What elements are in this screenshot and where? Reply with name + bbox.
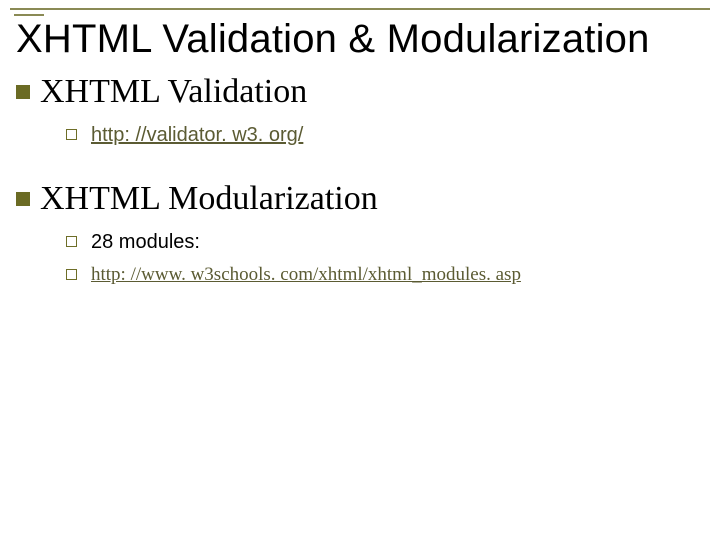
section-modularization: XHTML Modularization 28 modules: http: /… bbox=[16, 179, 710, 287]
w3schools-link[interactable]: http: //www. w3schools. com/xhtml/xhtml_… bbox=[91, 264, 521, 285]
square-bullet-icon bbox=[16, 85, 30, 99]
section-validation: XHTML Validation http: //validator. w3. … bbox=[16, 72, 710, 147]
top-rule bbox=[10, 8, 710, 10]
list-item: 28 modules: bbox=[66, 230, 710, 254]
square-bullet-icon bbox=[16, 192, 30, 206]
list-item-text: http: //validator. w3. org/ bbox=[91, 123, 303, 147]
slide-body: XHTML Validation http: //validator. w3. … bbox=[10, 72, 710, 286]
validator-link[interactable]: http: //validator. w3. org/ bbox=[91, 124, 303, 146]
list-item-text: 28 modules: bbox=[91, 230, 200, 254]
spacer bbox=[16, 155, 710, 173]
hollow-square-icon bbox=[66, 129, 77, 140]
slide: XHTML Validation & Modularization XHTML … bbox=[0, 0, 720, 540]
list-item-text: http: //www. w3schools. com/xhtml/xhtml_… bbox=[91, 264, 521, 287]
list-item: http: //validator. w3. org/ bbox=[66, 123, 710, 147]
section-heading: XHTML Validation bbox=[40, 72, 307, 113]
hollow-square-icon bbox=[66, 236, 77, 247]
hollow-square-icon bbox=[66, 269, 77, 280]
list-item: http: //www. w3schools. com/xhtml/xhtml_… bbox=[66, 264, 710, 287]
page-title: XHTML Validation & Modularization bbox=[16, 16, 710, 62]
section-heading: XHTML Modularization bbox=[40, 179, 378, 220]
